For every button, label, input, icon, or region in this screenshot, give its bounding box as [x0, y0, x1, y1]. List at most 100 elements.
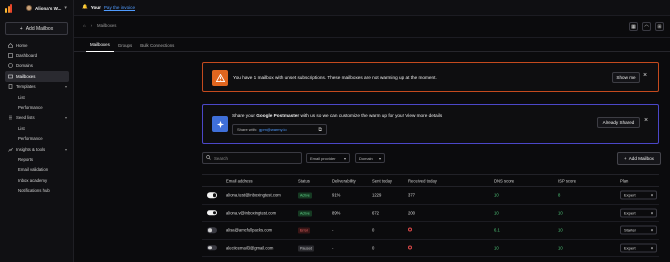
- mailbox-toggle[interactable]: [207, 227, 217, 233]
- account-switcher[interactable]: Aliona's W... ▾: [26, 4, 67, 12]
- avatar: [26, 5, 32, 11]
- sidebar-item-home[interactable]: Home: [0, 40, 74, 50]
- email-provider-select[interactable]: Email provider ▾: [306, 153, 350, 163]
- sidebar-item-templates-performance[interactable]: Performance: [0, 102, 74, 112]
- close-icon[interactable]: ×: [644, 117, 648, 124]
- chevron-down-icon: ▾: [650, 192, 653, 198]
- column-header[interactable]: DNS score: [494, 178, 514, 183]
- already-shared-button[interactable]: Already Shared: [597, 117, 640, 128]
- sidebar-item-label: Notifications hub: [18, 188, 50, 194]
- dns-score: 10: [494, 245, 499, 251]
- sidebar-item-reports[interactable]: Reports: [0, 154, 74, 164]
- template-icon: [8, 84, 13, 90]
- sidebar-item-dashboard[interactable]: Dashboard: [0, 50, 74, 60]
- plan-select[interactable]: Expert ▾: [620, 190, 657, 200]
- show-me-button[interactable]: Show me: [612, 72, 640, 83]
- tab-bulk-connections[interactable]: Bulk Connections: [136, 38, 178, 52]
- email-provider-label: Email provider: [310, 155, 336, 161]
- search-icon: [206, 155, 211, 161]
- dashboard-icon: [8, 53, 13, 58]
- email-address[interactable]: aleciicemail3@gmail.com: [226, 245, 273, 250]
- domain-select[interactable]: Domain ▾: [355, 153, 385, 163]
- tab-mailboxes[interactable]: Mailboxes: [86, 38, 114, 52]
- table-row[interactable]: alisa@amcfullpacks.com Error - 0 6.1 10 …: [202, 222, 659, 240]
- copy-icon[interactable]: ⧉: [318, 127, 322, 133]
- pay-invoice-link[interactable]: Pay the invoice: [104, 5, 135, 10]
- add-mailbox-button[interactable]: + Add Mailbox: [617, 152, 661, 165]
- sidebar-item-label: Templates: [16, 84, 36, 90]
- chevron-right-icon: ›: [90, 23, 93, 28]
- sidebar-item-label: Domains: [16, 63, 33, 69]
- sidebar-item-seed-performance[interactable]: Performance: [0, 134, 74, 144]
- sidebar-item-label: Email validation: [18, 167, 49, 173]
- dns-score: 10: [494, 192, 499, 198]
- mailbox-toggle[interactable]: [207, 210, 217, 216]
- email-address[interactable]: alisa@amcfullpacks.com: [226, 228, 272, 233]
- sidebar-item-seed-lists[interactable]: Seed lists ▾: [0, 113, 74, 123]
- grid-icon[interactable]: ⊞: [655, 22, 664, 31]
- mailboxes-table: Email address Status Deliverability Sent…: [202, 174, 659, 257]
- table-row[interactable]: aliona.test@inboxingtest.com Active 91% …: [202, 187, 659, 205]
- status-text: Error: [298, 227, 310, 234]
- sent-today: 672: [372, 210, 379, 216]
- share-with-field[interactable]: Share with: gpm@warmy.io ⧉: [232, 124, 327, 135]
- postmaster-alert-text: Share your Google Postmaster with us so …: [232, 113, 442, 118]
- column-header[interactable]: Email address: [226, 178, 253, 183]
- column-header[interactable]: ISP score: [558, 178, 576, 183]
- tab-bar: Mailboxes Groups Bulk Connections: [74, 38, 670, 52]
- party-icon: 🔔: [82, 4, 88, 9]
- status-badge: Error: [298, 227, 310, 234]
- calendar-icon[interactable]: ▦: [629, 22, 638, 31]
- close-icon[interactable]: ×: [643, 72, 647, 79]
- sidebar-item-label: List: [18, 125, 25, 131]
- column-header[interactable]: Deliverability: [332, 178, 356, 183]
- subscription-alert: You have 1 mailbox with unset subscripti…: [202, 62, 659, 92]
- deliverability: 91%: [332, 192, 341, 198]
- plan-select[interactable]: Starter ▾: [620, 225, 657, 235]
- column-header[interactable]: Plan: [620, 178, 628, 183]
- search-input[interactable]: Search: [202, 152, 302, 164]
- sidebar-item-notifications-hub[interactable]: Notifications hub: [0, 185, 74, 195]
- table-row[interactable]: aliona.v@inboxingtest.com Active 89% 672…: [202, 205, 659, 222]
- chevron-down-icon: ▾: [64, 5, 67, 11]
- sidebar-item-email-validation[interactable]: Email validation: [0, 165, 74, 175]
- sidebar-item-insights[interactable]: Insights & tools ▾: [0, 144, 74, 154]
- chevron-up-icon: ▾: [64, 146, 67, 152]
- tab-groups[interactable]: Groups: [114, 38, 136, 52]
- received-error-icon: [408, 227, 412, 233]
- postmaster-text-suffix: with us so we can customize the warm up …: [299, 113, 443, 118]
- chevron-down-icon: ▾: [650, 227, 653, 233]
- isp-score: 10: [558, 210, 563, 216]
- headset-icon[interactable]: ◠: [642, 22, 651, 31]
- received-today: 377: [408, 192, 415, 198]
- plus-icon: +: [19, 25, 23, 32]
- sidebar-add-mailbox-button[interactable]: + Add Mailbox: [5, 22, 68, 35]
- sidebar-item-domains[interactable]: Domains: [0, 61, 74, 71]
- column-header[interactable]: Sent today: [372, 178, 392, 183]
- email-address[interactable]: aliona.v@inboxingtest.com: [226, 210, 276, 215]
- mailbox-toggle[interactable]: [207, 192, 217, 198]
- chevron-down-icon: ▾: [378, 155, 381, 161]
- sidebar-item-mailboxes[interactable]: Mailboxes: [5, 71, 69, 82]
- plan-select[interactable]: Expert ▾: [620, 243, 657, 253]
- status-badge: Active: [298, 192, 312, 199]
- status-badge: Active: [298, 210, 312, 217]
- table-row[interactable]: aleciicemail3@gmail.com Paused - 0 10 10…: [202, 240, 659, 257]
- dns-score: 6.1: [494, 227, 500, 233]
- email-address[interactable]: aliona.test@inboxingtest.com: [226, 193, 281, 198]
- sidebar-item-templates-list[interactable]: List: [0, 92, 74, 102]
- globe-icon: [8, 63, 13, 69]
- mailbox-toggle[interactable]: [207, 245, 217, 251]
- sidebar-item-inbox-academy[interactable]: Inbox academy: [0, 175, 74, 185]
- plan-select[interactable]: Expert ▾: [620, 208, 657, 218]
- column-header[interactable]: Status: [298, 178, 310, 183]
- app-logo[interactable]: [5, 4, 14, 13]
- home-breadcrumb-icon[interactable]: ⌂: [83, 23, 86, 28]
- sidebar: Aliona's W... ▾ + Add Mailbox Home Dashb…: [0, 0, 74, 262]
- sidebar-item-seed-list[interactable]: List: [0, 123, 74, 133]
- status-text: Paused: [298, 245, 315, 252]
- column-header[interactable]: Received today: [408, 178, 437, 183]
- share-email: gpm@warmy.io: [259, 127, 287, 132]
- insights-icon: [8, 147, 13, 152]
- sidebar-item-templates[interactable]: Templates ▾: [0, 82, 74, 92]
